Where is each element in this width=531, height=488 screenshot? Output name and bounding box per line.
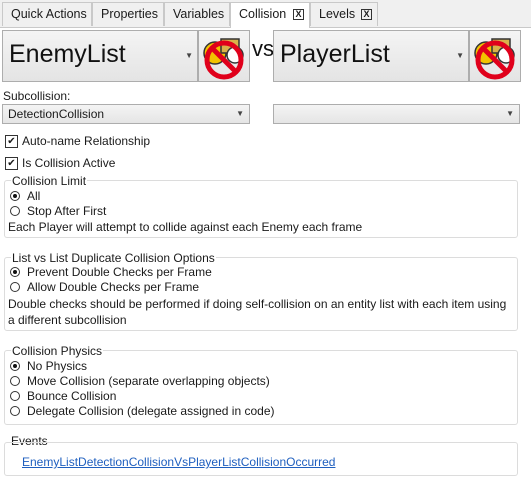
close-icon[interactable]: X	[293, 9, 304, 20]
duplicate-options-description: a different subcollision	[8, 313, 127, 327]
collision-limit-description: Each Player will attempt to collide agai…	[8, 220, 363, 234]
checkmark-icon: ✔	[7, 158, 16, 169]
no-physics-radio[interactable]	[10, 361, 20, 371]
second-list-value: PlayerList	[280, 40, 390, 68]
move-collision-label: Move Collision (separate overlapping obj…	[27, 374, 270, 388]
prevent-double-checks-radio[interactable]	[10, 267, 20, 277]
no-entity-icon	[203, 38, 244, 80]
collision-physics-title: Collision Physics	[11, 344, 104, 358]
second-subcollision-dropdown[interactable]: ▼	[273, 104, 520, 124]
chevron-down-icon: ▼	[456, 51, 464, 60]
subcollision-label: Subcollision:	[3, 89, 71, 103]
is-collision-active-checkbox[interactable]: ✔	[5, 157, 18, 170]
second-list-dropdown[interactable]: PlayerList ▼	[273, 30, 469, 82]
move-collision-radio[interactable]	[10, 376, 20, 386]
collision-limit-all-radio[interactable]	[10, 191, 20, 201]
tab-quick-actions[interactable]: Quick Actions	[2, 2, 92, 26]
duplicate-options-title: List vs List Duplicate Collision Options	[11, 251, 216, 265]
prevent-double-checks-label: Prevent Double Checks per Frame	[27, 265, 212, 279]
collision-event-link[interactable]: EnemyListDetectionCollisionVsPlayerListC…	[22, 455, 335, 469]
first-subcollision-value: DetectionCollision	[8, 107, 105, 121]
delegate-collision-label: Delegate Collision (delegate assigned in…	[27, 404, 275, 418]
first-subcollision-dropdown[interactable]: DetectionCollision ▼	[2, 104, 250, 124]
chevron-down-icon: ▼	[506, 109, 514, 118]
first-list-value: EnemyList	[9, 40, 126, 68]
tab-label: Collision	[239, 7, 287, 21]
bounce-collision-label: Bounce Collision	[27, 389, 117, 403]
second-list-entity-button[interactable]	[469, 30, 521, 82]
tab-label: Properties	[101, 7, 158, 21]
vs-label: vs	[252, 36, 274, 61]
allow-double-checks-label: Allow Double Checks per Frame	[27, 280, 200, 294]
chevron-down-icon: ▼	[236, 109, 244, 118]
collision-limit-stop-radio[interactable]	[10, 206, 20, 216]
collision-limit-all-label: All	[27, 189, 41, 203]
duplicate-options-description: Double checks should be performed if doi…	[8, 297, 507, 311]
no-entity-icon	[474, 38, 515, 80]
chevron-down-icon: ▼	[185, 51, 193, 60]
tab-label: Variables	[173, 7, 225, 21]
close-icon[interactable]: X	[361, 9, 372, 20]
auto-name-checkbox[interactable]: ✔	[5, 135, 18, 148]
tab-collision[interactable]: Collision X	[230, 2, 310, 28]
collision-limit-stop-label: Stop After First	[27, 204, 107, 218]
collision-limit-title: Collision Limit	[11, 174, 88, 188]
tab-variables[interactable]: Variables	[164, 2, 230, 26]
tab-bar: Quick Actions Properties Variables Colli…	[0, 0, 531, 28]
first-list-entity-button[interactable]	[198, 30, 250, 82]
tab-levels[interactable]: Levels X	[310, 2, 378, 26]
tab-label: Quick Actions	[11, 7, 87, 21]
first-list-dropdown[interactable]: EnemyList ▼	[2, 30, 198, 82]
tab-properties[interactable]: Properties	[92, 2, 164, 26]
tab-label: Levels	[319, 7, 356, 21]
delegate-collision-radio[interactable]	[10, 406, 20, 416]
bounce-collision-radio[interactable]	[10, 391, 20, 401]
no-physics-label: No Physics	[27, 359, 88, 373]
checkmark-icon: ✔	[7, 136, 16, 147]
auto-name-label: Auto-name Relationship	[22, 134, 151, 148]
is-collision-active-label: Is Collision Active	[22, 156, 116, 170]
allow-double-checks-radio[interactable]	[10, 282, 20, 292]
